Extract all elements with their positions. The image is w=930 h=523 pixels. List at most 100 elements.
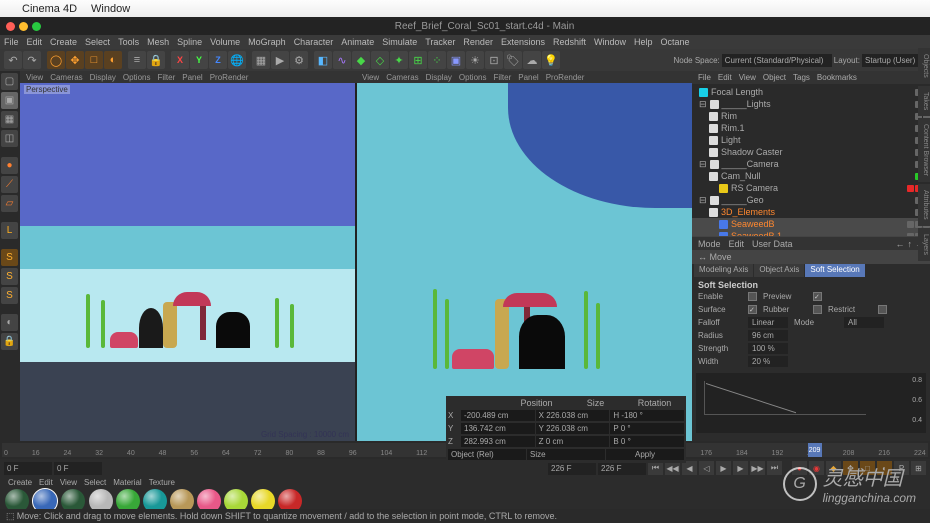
object-name[interactable]: _____Camera [722,159,912,169]
dock-tab[interactable]: Content Browser [918,118,930,182]
vp-menu-filter[interactable]: Filter [493,73,511,82]
next-frame-button[interactable]: ▶ [733,461,748,475]
vp-menu-view[interactable]: View [26,73,43,82]
add-cube-button[interactable]: ◧ [314,51,332,69]
viewport-solo-button[interactable]: ◐ [1,314,18,331]
menu-octane[interactable]: Octane [661,37,690,47]
falloff-graph[interactable]: 0.8 0.6 0.4 [696,373,926,433]
timeline-marker[interactable]: 209 [808,443,822,457]
menu-render[interactable]: Render [463,37,493,47]
vp-menu-panel[interactable]: Panel [182,73,202,82]
menu-file[interactable]: File [4,37,19,47]
record-button[interactable]: ● [792,461,807,475]
attr-value[interactable]: 20 % [748,356,788,367]
menu-create[interactable]: Create [50,37,77,47]
viewport-right[interactable] [357,83,692,441]
vp-menu-cameras[interactable]: Cameras [50,73,82,82]
add-tag-button[interactable]: 🏷 [504,51,522,69]
play-back-button[interactable]: ◁ [699,461,714,475]
add-field-button[interactable]: ⊞ [409,51,427,69]
key-scale-button[interactable]: □ [860,461,875,475]
add-scene-button[interactable]: ⊡ [485,51,503,69]
goto-end-button[interactable]: ⏭ [767,461,782,475]
expand-icon[interactable]: ⊟ [699,99,707,110]
visibility-dot[interactable] [907,221,914,228]
attr-menu-mode[interactable]: Mode [698,239,721,249]
mat-menu-select[interactable]: Select [84,478,106,487]
object-name[interactable]: Shadow Caster [721,147,912,157]
tree-row[interactable]: SeaweedB [692,218,930,230]
key-param-button[interactable]: P [894,461,909,475]
add-mograph-button[interactable]: ⁘ [428,51,446,69]
attr-value[interactable]: All [844,317,884,328]
key-pla-button[interactable]: ⊞ [911,461,926,475]
checkbox[interactable] [878,305,887,314]
add-generator-button[interactable]: ◆ [352,51,370,69]
layout-select[interactable]: Startup (User) [862,54,926,67]
edge-mode-button[interactable]: ⟋ [1,176,18,193]
render-pv-button[interactable]: ▶ [271,51,289,69]
dock-tab[interactable]: Layers [918,228,930,261]
maximize-icon[interactable] [32,22,41,31]
coord-field[interactable]: -200.489 cm [461,410,535,421]
tree-row[interactable]: Focal Length [692,86,930,98]
attr-tab[interactable]: Object Axis [754,264,804,277]
tree-row[interactable]: Rim.1 [692,122,930,134]
mat-menu-view[interactable]: View [60,478,77,487]
autokey-button[interactable]: ◉ [809,461,824,475]
attr-value[interactable]: 100 % [748,343,788,354]
obj-menu-bookmarks[interactable]: Bookmarks [817,73,857,82]
vp-menu-view[interactable]: View [362,73,379,82]
vp-menu-display[interactable]: Display [426,73,452,82]
snap-s2-button[interactable]: S [1,268,18,285]
key-rot-button[interactable]: ◐ [877,461,892,475]
object-name[interactable]: Rim.1 [721,123,912,133]
object-name[interactable]: RS Camera [731,183,904,193]
keyframe-sel-button[interactable]: ◆ [826,461,841,475]
mac-app-name[interactable]: Cinema 4D [22,3,77,15]
menu-animate[interactable]: Animate [341,37,374,47]
menu-help[interactable]: Help [634,37,653,47]
menu-simulate[interactable]: Simulate [382,37,417,47]
history-button[interactable]: ≡ [128,51,146,69]
attr-back-button[interactable]: ← [896,239,905,249]
coord-system-button[interactable]: 🌐 [228,51,246,69]
coord-field[interactable]: B 0 ° [610,436,684,447]
attr-up-button[interactable]: ↑ [908,239,913,249]
start-frame-field[interactable]: 0 F [4,462,52,475]
dock-tab[interactable]: Attributes [918,184,930,226]
checkbox[interactable] [748,292,757,301]
menu-mesh[interactable]: Mesh [147,37,169,47]
attr-tab[interactable]: Soft Selection [805,264,864,277]
tree-row[interactable]: Rim [692,110,930,122]
vp-menu-panel[interactable]: Panel [518,73,538,82]
tree-row[interactable]: Shadow Caster [692,146,930,158]
render-view-button[interactable]: ▦ [252,51,270,69]
dock-tab[interactable]: Objects [918,48,930,84]
expand-icon[interactable]: ⊟ [699,159,707,170]
add-generator2-button[interactable]: ◇ [371,51,389,69]
live-select-button[interactable]: ◯ [47,51,65,69]
redo-button[interactable]: ↷ [23,51,41,69]
object-name[interactable]: Focal Length [711,87,912,97]
mac-window-menu[interactable]: Window [91,3,130,15]
vp-menu-options[interactable]: Options [123,73,151,82]
viewport-left[interactable]: Perspective Grid Spacing : 10000 cm [20,83,355,441]
attr-menu-edit[interactable]: Edit [729,239,745,249]
snap-s1-button[interactable]: S [1,249,18,266]
play-button[interactable]: ▶ [716,461,731,475]
end-frame-b-field[interactable]: 226 F [598,462,646,475]
menu-edit[interactable]: Edit [27,37,43,47]
coord-field[interactable]: Z 0 cm [536,436,610,447]
menu-extensions[interactable]: Extensions [501,37,545,47]
mat-menu-edit[interactable]: Edit [39,478,53,487]
add-deformer-button[interactable]: ✦ [390,51,408,69]
attr-tab[interactable]: Modeling Axis [694,264,753,277]
node-space-select[interactable]: Current (Standard/Physical) [722,54,832,67]
key-pos-button[interactable]: ✥ [843,461,858,475]
tree-row[interactable]: ⊟ _____Camera [692,158,930,170]
poly-mode-button[interactable]: ▱ [1,195,18,212]
object-name[interactable]: Rim [721,111,912,121]
vp-menu-prorender[interactable]: ProRender [546,73,585,82]
undo-button[interactable]: ↶ [4,51,22,69]
